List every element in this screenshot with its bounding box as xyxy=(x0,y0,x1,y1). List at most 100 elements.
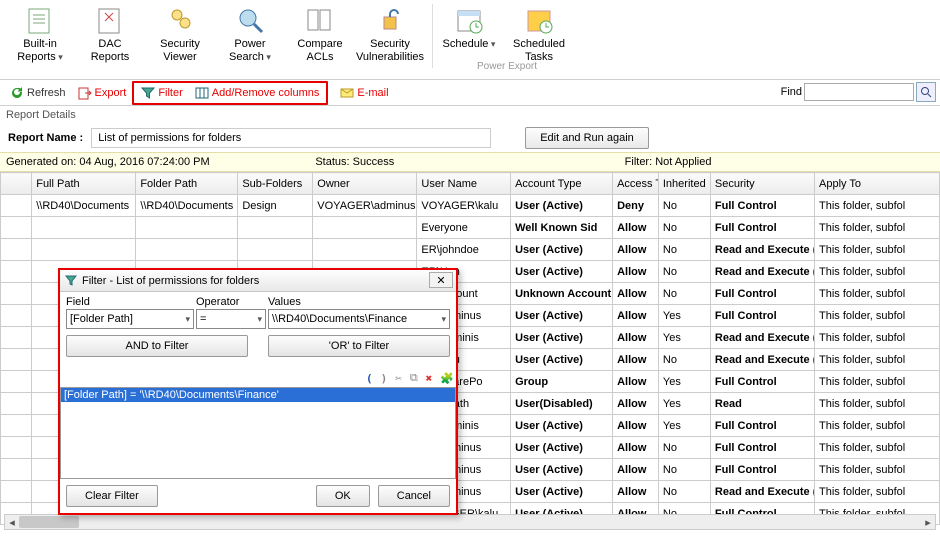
email-button[interactable]: E-mail xyxy=(334,83,394,103)
cell: Design xyxy=(238,195,313,217)
cell: Read and Execute ( xyxy=(710,481,814,503)
find-go-icon xyxy=(920,86,932,98)
ribbon-secview[interactable]: Security Viewer xyxy=(148,4,212,63)
cell: User(Disabled) xyxy=(511,393,613,415)
cell: Yes xyxy=(658,305,710,327)
wizard-icon[interactable]: 🧩 xyxy=(440,372,454,385)
cell: ER\johndoe xyxy=(417,239,511,261)
col-header[interactable]: Apply To xyxy=(815,173,940,195)
cut-icon[interactable]: ✂ xyxy=(395,372,402,385)
cell: This folder, subfol xyxy=(815,371,940,393)
cell: User (Active) xyxy=(511,415,613,437)
cell: VOYAGER\kalu xyxy=(417,195,511,217)
edit-run-button[interactable]: Edit and Run again xyxy=(525,127,649,149)
dialog-close-button[interactable]: ✕ xyxy=(429,272,453,288)
cell: No xyxy=(658,437,710,459)
ribbon-compare[interactable]: Compare ACLs xyxy=(288,4,352,63)
columns-icon xyxy=(195,86,209,100)
ribbon-report[interactable]: Built-in Reports xyxy=(8,4,72,63)
ribbon-label: Schedule xyxy=(443,38,496,51)
cell: No xyxy=(658,349,710,371)
export-icon xyxy=(78,86,92,100)
status-filter: Filter: Not Applied xyxy=(625,156,934,168)
horizontal-scrollbar[interactable]: ◂ ▸ xyxy=(4,514,936,530)
copy-icon[interactable]: ⧉ xyxy=(410,371,418,385)
cell: Allow xyxy=(613,239,659,261)
ribbon-tasks[interactable]: Scheduled Tasks xyxy=(507,4,571,63)
col-header[interactable]: Inherited xyxy=(658,173,710,195)
cell: This folder, subfol xyxy=(815,349,940,371)
cell: User (Active) xyxy=(511,239,613,261)
ribbon-vuln[interactable]: Security Vulnerabilities xyxy=(358,4,422,63)
scroll-right-arrow[interactable]: ▸ xyxy=(921,515,935,529)
filter-expression-text[interactable]: [Folder Path] = '\\RD40\Documents\Financ… xyxy=(61,388,455,402)
row-header xyxy=(1,173,32,195)
refresh-icon xyxy=(10,86,24,100)
and-filter-button[interactable]: AND to Filter xyxy=(66,335,248,357)
cell: User (Active) xyxy=(511,261,613,283)
cell: Allow xyxy=(613,415,659,437)
email-icon xyxy=(340,86,354,100)
toolbar: Refresh Export Filter Add/Remove columns… xyxy=(0,80,940,106)
values-combo[interactable]: \\RD40\Documents\Finance xyxy=(268,309,450,329)
table-row[interactable]: \\RD40\Documents\\RD40\DocumentsDesignVO… xyxy=(1,195,940,217)
find-input[interactable] xyxy=(804,83,914,101)
cell: Full Control xyxy=(710,371,814,393)
col-header[interactable]: User Name xyxy=(417,173,511,195)
operator-combo[interactable]: = xyxy=(196,309,266,329)
cell: Yes xyxy=(658,415,710,437)
ribbon-label: Power Search xyxy=(229,38,271,63)
cell: Read and Execute ( xyxy=(710,327,814,349)
cell xyxy=(313,217,417,239)
col-header[interactable]: Full Path xyxy=(32,173,136,195)
refresh-button[interactable]: Refresh xyxy=(4,83,72,103)
col-header[interactable]: Owner xyxy=(313,173,417,195)
table-row[interactable]: ER\johndoeUser (Active)AllowNoRead and E… xyxy=(1,239,940,261)
col-header[interactable]: Folder Path xyxy=(136,173,238,195)
report-name-value: List of permissions for folders xyxy=(91,128,491,148)
filter-button[interactable]: Filter xyxy=(135,83,188,103)
paren-close-icon[interactable]: ) xyxy=(381,372,388,385)
col-header[interactable]: Account Type xyxy=(511,173,613,195)
scroll-left-arrow[interactable]: ◂ xyxy=(5,515,19,529)
cell: Full Control xyxy=(710,283,814,305)
cell xyxy=(136,239,238,261)
ribbon-search[interactable]: Power Search xyxy=(218,4,282,63)
scroll-thumb[interactable] xyxy=(19,516,79,528)
ribbon-group-main: Built-in Reports DAC ReportsSecurity View… xyxy=(8,4,428,63)
clear-filter-button[interactable]: Clear Filter xyxy=(66,485,158,507)
col-header[interactable]: Access Type xyxy=(613,173,659,195)
ribbon-label: Scheduled Tasks xyxy=(513,38,565,63)
ok-button[interactable]: OK xyxy=(316,485,370,507)
cell: No xyxy=(658,481,710,503)
funnel-icon xyxy=(141,86,155,100)
col-header[interactable]: Security xyxy=(710,173,814,195)
ribbon-sched[interactable]: Schedule xyxy=(437,4,501,63)
export-button[interactable]: Export xyxy=(72,83,133,103)
cell xyxy=(136,217,238,239)
cell: This folder, subfol xyxy=(815,261,940,283)
cell: Allow xyxy=(613,437,659,459)
col-header[interactable]: Sub-Folders xyxy=(238,173,313,195)
vuln-icon xyxy=(374,4,406,36)
ribbon-dac[interactable]: DAC Reports xyxy=(78,4,142,63)
table-row[interactable]: EveryoneWell Known SidAllowNoFull Contro… xyxy=(1,217,940,239)
cell: This folder, subfol xyxy=(815,305,940,327)
cell: Allow xyxy=(613,283,659,305)
find-go-button[interactable] xyxy=(916,82,936,102)
cell: Allow xyxy=(613,305,659,327)
dialog-titlebar[interactable]: Filter - List of permissions for folders… xyxy=(60,270,456,292)
add-remove-columns-label: Add/Remove columns xyxy=(212,87,320,99)
find-wrap: Find xyxy=(781,82,936,102)
cell: User (Active) xyxy=(511,437,613,459)
filter-expression-box[interactable]: [Folder Path] = '\\RD40\Documents\Financ… xyxy=(60,387,456,479)
field-combo[interactable]: [Folder Path] xyxy=(66,309,194,329)
add-remove-columns-button[interactable]: Add/Remove columns xyxy=(189,83,326,103)
report-name-row: Report Name : List of permissions for fo… xyxy=(0,124,940,152)
delete-icon[interactable]: ✖ xyxy=(426,372,433,385)
paren-open-icon[interactable]: ( xyxy=(366,372,373,385)
or-filter-button[interactable]: 'OR' to Filter xyxy=(268,335,450,357)
ribbon-label: Built-in Reports xyxy=(17,38,63,63)
cancel-button[interactable]: Cancel xyxy=(378,485,450,507)
cell: Read and Execute ( xyxy=(710,261,814,283)
